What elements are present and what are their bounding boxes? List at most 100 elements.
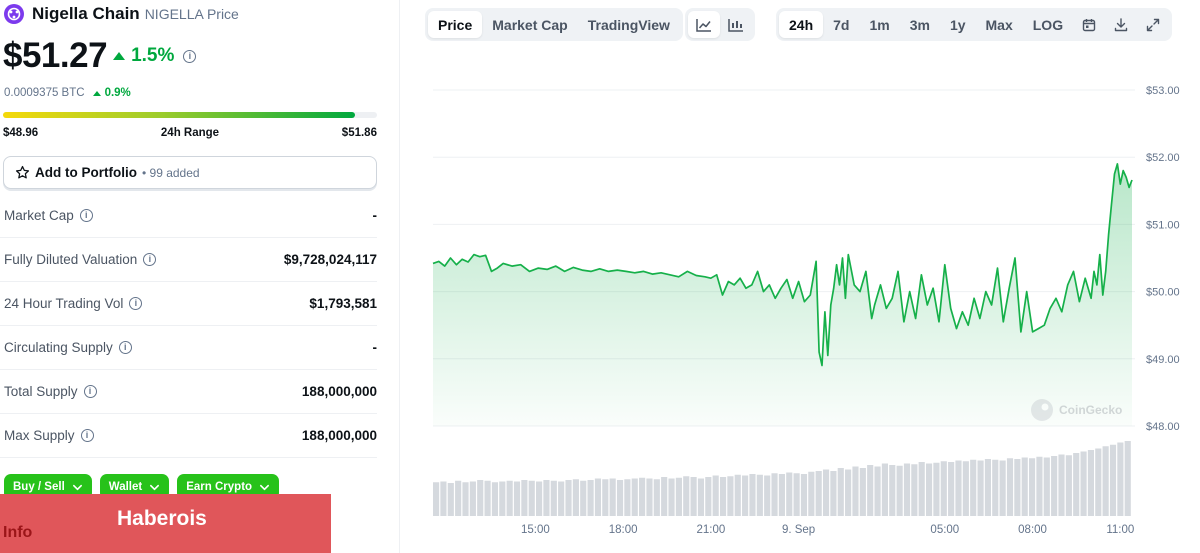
volume-bar: [970, 459, 977, 516]
volume-bar: [727, 476, 734, 516]
volume-bar: [1051, 456, 1058, 516]
y-tick-label: $52.00: [1146, 152, 1180, 164]
volume-bar: [550, 480, 557, 516]
volume-bar: [462, 482, 469, 516]
volume-bar: [918, 462, 925, 516]
y-tick-label: $51.00: [1146, 219, 1180, 231]
volume-bar: [800, 474, 808, 516]
volume-bar: [1021, 457, 1028, 516]
volume-bar: [867, 465, 874, 516]
volume-bar: [764, 475, 771, 516]
volume-bar: [631, 478, 638, 516]
volume-bar: [690, 477, 697, 516]
volume-bar: [469, 481, 476, 516]
volume-bar: [845, 469, 852, 516]
volume-bar: [705, 477, 712, 516]
volume-bar: [536, 481, 543, 516]
volume-bar: [675, 477, 682, 516]
volume-bar: [580, 480, 587, 516]
x-tick-label: 05:00: [930, 524, 959, 536]
volume-bar: [756, 474, 763, 516]
volume-bar: [572, 479, 579, 516]
volume-bar: [881, 463, 888, 516]
volume-bar: [1087, 450, 1095, 516]
volume-bar: [1043, 457, 1050, 516]
volume-bar: [778, 474, 785, 516]
volume-bar: [447, 483, 454, 516]
volume-bar: [1102, 446, 1109, 516]
volume-bar: [1109, 444, 1117, 516]
volume-bar: [749, 474, 756, 516]
volume-bar: [1095, 448, 1102, 516]
volume-bar: [808, 471, 815, 516]
y-tick-label: $49.00: [1146, 354, 1180, 366]
volume-bar: [1036, 456, 1043, 516]
volume-bar: [1080, 451, 1087, 516]
volume-bar: [896, 465, 903, 516]
x-tick-label: 21:00: [696, 524, 725, 536]
volume-bar: [712, 475, 719, 516]
volume-bar: [477, 480, 484, 516]
volume-bar: [734, 474, 741, 516]
volume-bar: [984, 459, 991, 516]
volume-bar: [948, 462, 955, 516]
volume-bar: [440, 481, 447, 516]
volume-bar: [830, 471, 837, 516]
price-chart[interactable]: $53.00 $52.00 $51.00 $50.00 $49.00 $48.00 15:…: [0, 0, 1200, 553]
volume-bar: [1006, 458, 1014, 516]
volume-bar: [433, 482, 440, 516]
volume-bar: [955, 460, 962, 516]
volume-bar: [639, 477, 646, 516]
volume-bar: [719, 477, 727, 516]
volume-bar: [558, 481, 565, 516]
volume-bar: [940, 461, 947, 516]
volume-bar: [528, 480, 535, 516]
volume-bar: [543, 480, 550, 516]
volume-bar: [624, 479, 631, 516]
volume-bar: [661, 477, 668, 516]
volume-bar: [491, 482, 499, 516]
volume-bar: [1014, 459, 1021, 516]
volume-bar: [933, 462, 940, 516]
volume-bar: [889, 465, 896, 516]
volume-bar: [521, 480, 528, 516]
x-tick-label: 18:00: [609, 524, 638, 536]
volume-bar: [1124, 441, 1131, 516]
volume-bar: [697, 478, 705, 516]
volume-bar: [837, 468, 844, 516]
volume-bar: [771, 473, 778, 516]
volume-bar: [962, 461, 969, 516]
volume-bar: [499, 481, 506, 516]
volume-bar: [1065, 455, 1072, 516]
volume-bar: [653, 479, 660, 516]
volume-bar: [455, 480, 462, 516]
volume-bar: [668, 478, 675, 516]
volume-bar: [977, 460, 984, 516]
x-tick-label: 9. Sep: [782, 524, 815, 536]
volume-bar: [616, 480, 624, 516]
volume-bar: [1073, 453, 1080, 516]
y-tick-label: $48.00: [1146, 421, 1180, 433]
volume-bar: [609, 478, 616, 516]
volume-bar: [484, 480, 491, 516]
volume-bar: [911, 464, 918, 516]
x-tick-label: 11:00: [1106, 524, 1134, 536]
volume-bar: [786, 472, 793, 516]
volume-bar: [925, 463, 933, 516]
volume-bar: [903, 463, 911, 516]
volume-bar: [565, 480, 572, 516]
volume-bar: [793, 473, 800, 516]
y-tick-label: $50.00: [1146, 287, 1180, 299]
watermark-text: CoinGecko: [1059, 403, 1122, 417]
volume-bar: [594, 478, 602, 516]
volume-bar: [1117, 442, 1124, 516]
volume-bar: [1058, 454, 1065, 516]
volume-bar: [815, 471, 822, 516]
volume-bar: [999, 460, 1006, 516]
x-tick-label: 08:00: [1018, 524, 1047, 536]
y-tick-label: $53.00: [1146, 85, 1180, 97]
volume-bar: [992, 459, 999, 516]
volume-bar: [683, 476, 690, 516]
volume-bar: [742, 475, 749, 516]
volume-bar: [513, 481, 521, 516]
